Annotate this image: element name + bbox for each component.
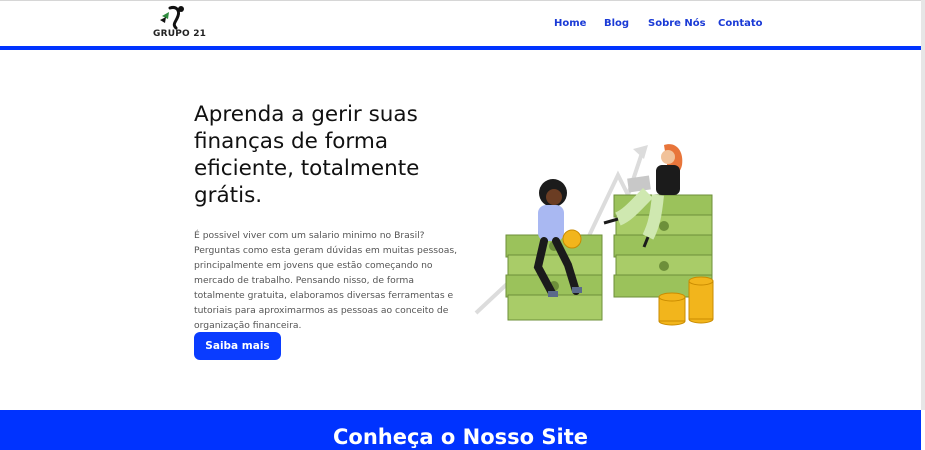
- nav-home-link[interactable]: Home: [554, 18, 586, 29]
- scrollbar-track[interactable]: [921, 0, 925, 410]
- nav-blog-link[interactable]: Blog: [604, 18, 629, 29]
- section-title: Conheça o Nosso Site: [333, 425, 588, 449]
- hero-description: É possivel viver com um salario minimo n…: [194, 230, 458, 331]
- nav-about-link[interactable]: Sobre Nós: [648, 18, 706, 29]
- nav-contact-link[interactable]: Contato: [718, 18, 763, 29]
- saiba-mais-button[interactable]: Saiba mais: [194, 332, 281, 360]
- logo-text: GRUPO 21: [153, 29, 207, 39]
- hero-headline: Aprenda a gerir suas finanças de forma e…: [194, 102, 420, 208]
- site-header: GRUPO 21 Home Blog Sobre Nós Contato: [0, 0, 925, 46]
- header-accent-bar: [0, 46, 921, 50]
- finance-illustration-icon: [474, 144, 714, 326]
